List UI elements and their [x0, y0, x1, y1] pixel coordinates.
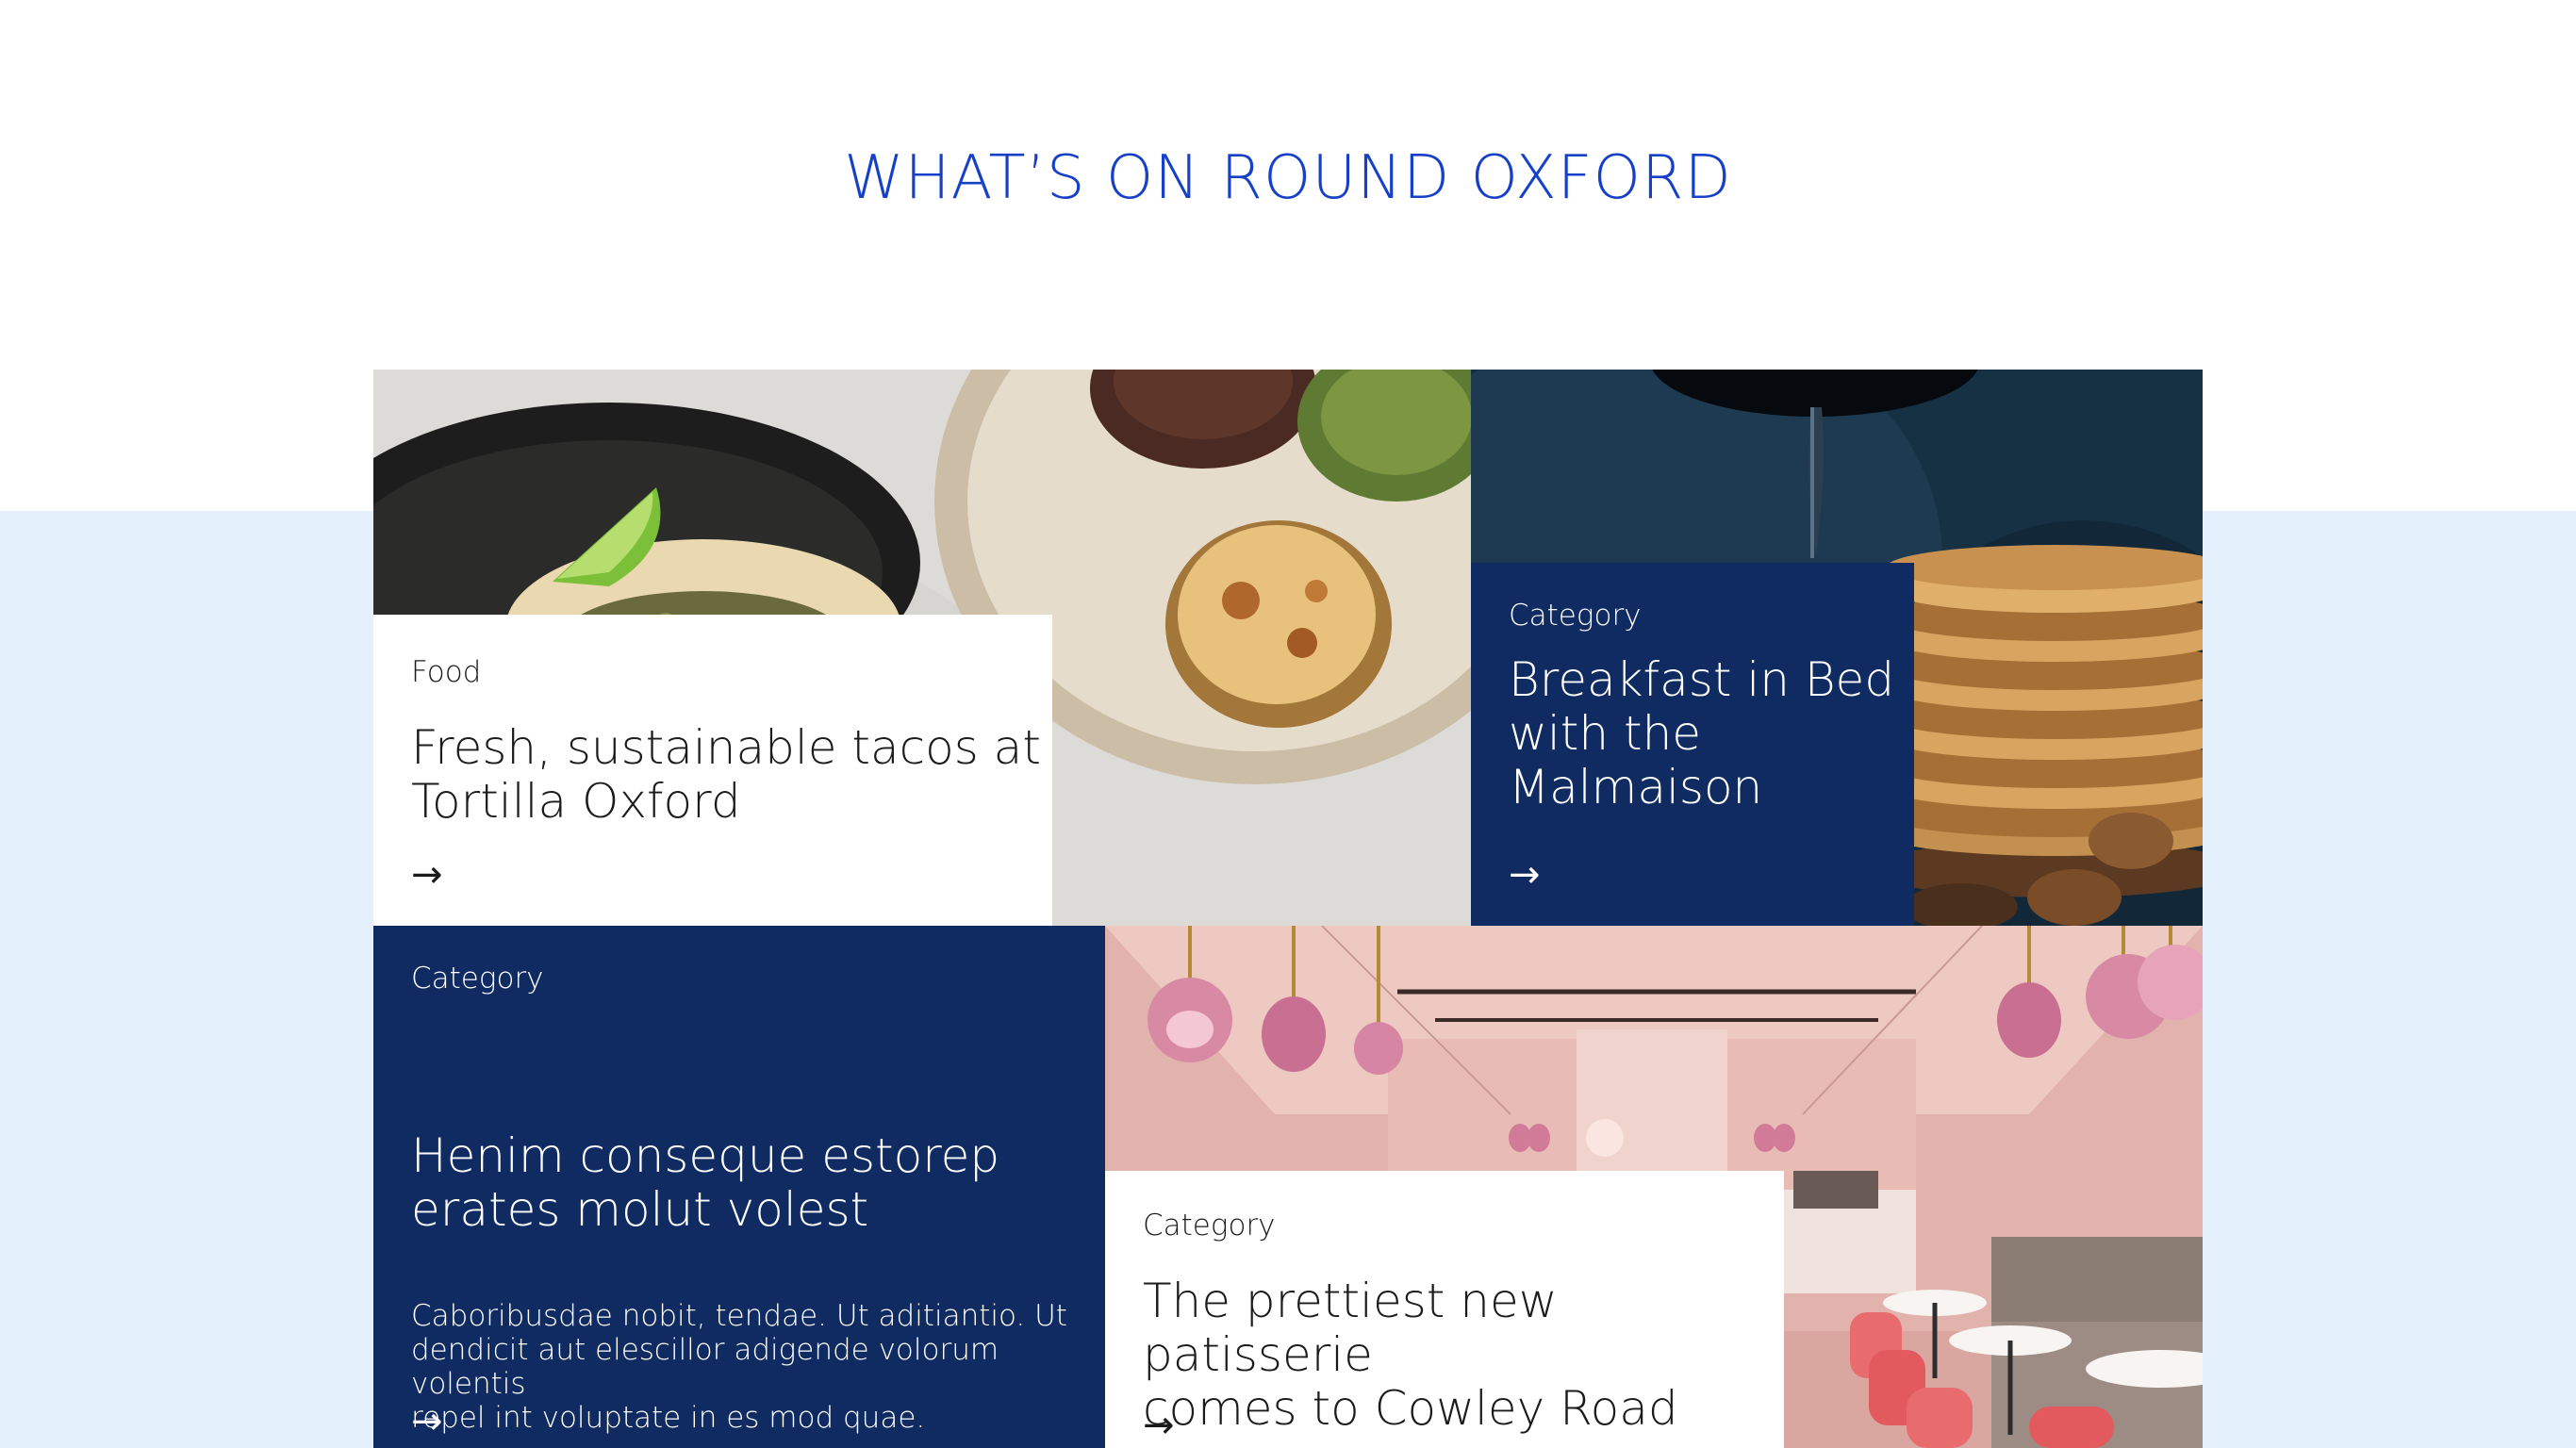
arrow-right-icon[interactable]: → — [411, 856, 443, 894]
arrow-right-icon[interactable]: → — [1143, 1407, 1175, 1444]
card-category: Category — [1509, 599, 1642, 633]
arrow-right-icon[interactable]: → — [1509, 856, 1541, 894]
article-tile-feature[interactable]: Category Henim conseque estorep erates m… — [373, 926, 1105, 1448]
article-tile-breakfast[interactable]: Category Breakfast in Bed with the Malma… — [1471, 370, 2203, 926]
card-category: Category — [411, 962, 544, 996]
card-description: Caboribusdae nobit, tendae. Ut aditianti… — [411, 1299, 1067, 1435]
card-category: Food — [411, 655, 482, 689]
card-headline[interactable]: Breakfast in Bed with the Malmaison — [1509, 653, 1894, 814]
card-headline[interactable]: Henim conseque estorep erates molut vole… — [411, 1129, 999, 1237]
card-headline[interactable]: The prettiest new patisserie comes to Co… — [1143, 1275, 1784, 1436]
article-tile-patisserie[interactable]: Category The prettiest new patisserie co… — [1105, 926, 2203, 1448]
arrow-right-icon[interactable]: → — [411, 1403, 443, 1440]
article-tile-tacos[interactable]: Food Fresh, sustainable tacos at Tortill… — [373, 370, 1471, 926]
article-card-breakfast: Category Breakfast in Bed with the Malma… — [1471, 563, 1914, 926]
card-headline[interactable]: Fresh, sustainable tacos at Tortilla Oxf… — [411, 721, 1041, 829]
article-card-feature: Category Henim conseque estorep erates m… — [373, 926, 1105, 1448]
article-card-patisserie: Category The prettiest new patisserie co… — [1105, 1171, 1784, 1448]
section-title: WHAT’S ON ROUND OXFORD — [844, 143, 1732, 213]
card-category: Category — [1143, 1209, 1276, 1242]
article-card-tacos: Food Fresh, sustainable tacos at Tortill… — [373, 615, 1052, 926]
